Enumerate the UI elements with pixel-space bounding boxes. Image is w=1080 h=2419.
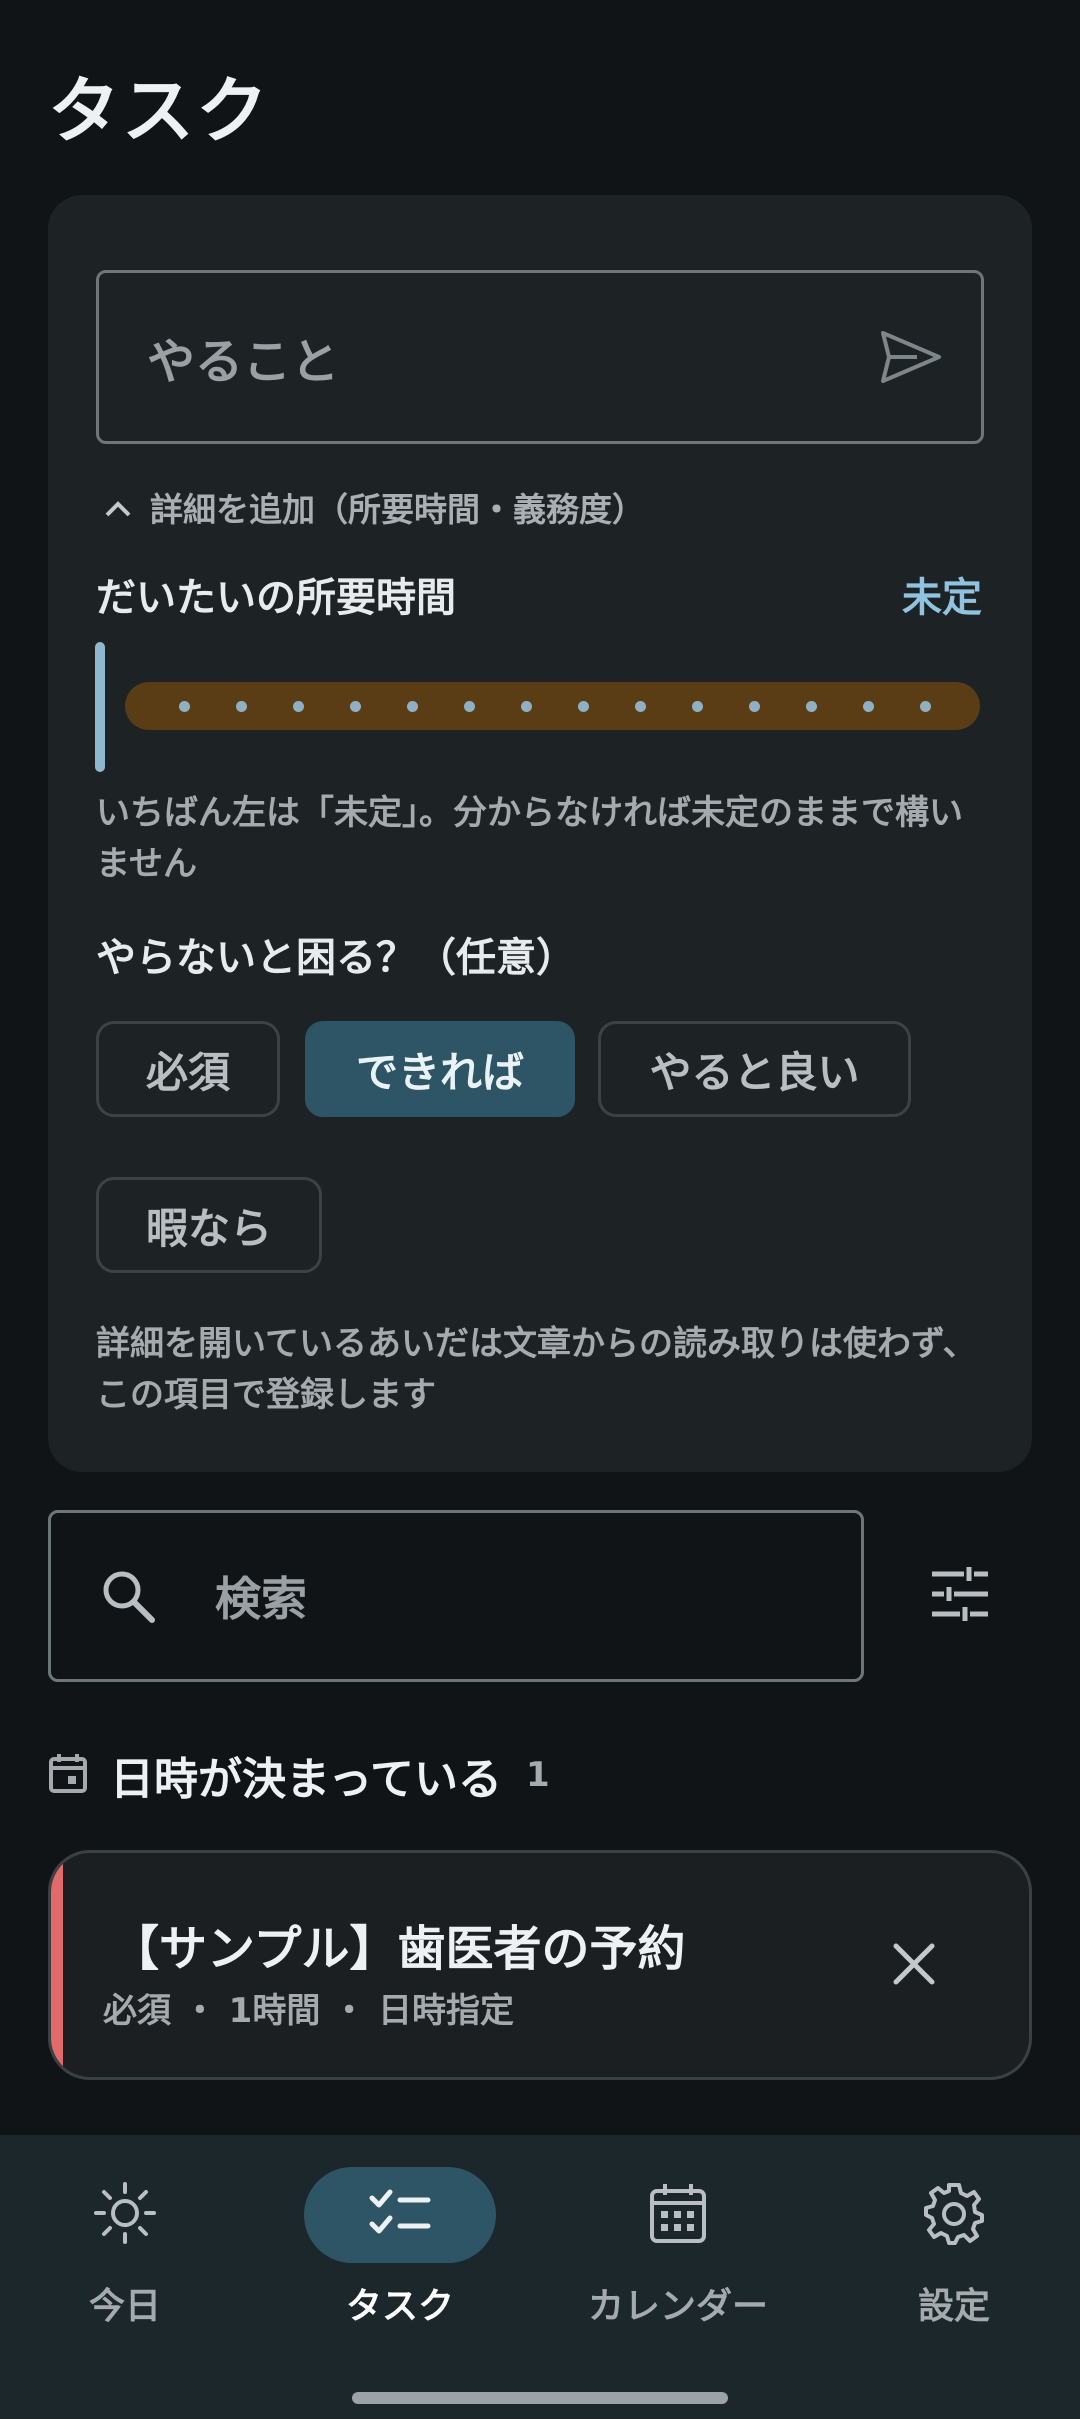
add-task-card: やること 詳細を追加（所要時間・義務度） だいたいの所要時間 未定 いちばん左は…	[48, 195, 1032, 1472]
search-placeholder: 検索	[215, 1572, 307, 1626]
chip-required[interactable]: 必須	[96, 1021, 280, 1117]
page-title: タスク	[48, 69, 271, 153]
gesture-bar[interactable]	[352, 2392, 728, 2404]
slider-tick	[635, 701, 646, 712]
group-count: 1	[526, 1755, 550, 1795]
slider-tick	[863, 701, 874, 712]
todo-placeholder: やること	[147, 334, 340, 390]
gear-icon	[922, 2181, 986, 2249]
search-icon	[51, 1566, 191, 1626]
nav-item-tasks[interactable]: タスク	[270, 2167, 530, 2367]
filter-button[interactable]	[910, 1546, 1010, 1646]
close-icon	[892, 1942, 936, 1990]
chip-good-to-do[interactable]: やると良い	[598, 1021, 911, 1117]
task-title: 【サンプル】歯医者の予約	[111, 1921, 686, 1977]
duration-slider-thumb[interactable]	[95, 642, 105, 772]
slider-tick	[578, 701, 589, 712]
slider-tick	[806, 701, 817, 712]
delete-task-button[interactable]	[869, 1921, 959, 2011]
group-header-scheduled: 日時が決まっている 1	[48, 1740, 550, 1810]
search-input[interactable]: 検索	[48, 1510, 864, 1682]
nav-label-calendar: カレンダー	[587, 2286, 768, 2327]
bottom-navigation: 今日 タスク カレンダー 設定	[0, 2135, 1080, 2419]
chip-if-free[interactable]: 暇なら	[96, 1177, 322, 1273]
details-toggle-label: 詳細を追加（所要時間・義務度）	[150, 490, 645, 529]
slider-tick	[692, 701, 703, 712]
nav-item-today[interactable]: 今日	[0, 2167, 255, 2367]
obligation-label: やらないと困る？（任意）	[96, 935, 576, 981]
slider-tick	[179, 701, 190, 712]
calendar-icon	[648, 2181, 708, 2249]
nav-label-tasks: タスク	[345, 2286, 454, 2327]
details-toggle[interactable]: 詳細を追加（所要時間・義務度）	[104, 477, 645, 537]
send-icon[interactable]	[841, 273, 981, 441]
slider-tick	[521, 701, 532, 712]
sun-icon	[93, 2181, 157, 2249]
duration-label: だいたいの所要時間	[96, 575, 456, 621]
duration-slider[interactable]	[125, 682, 980, 730]
slider-tick	[293, 701, 304, 712]
task-meta: 必須 ・ 1時間 ・ 日時指定	[103, 1991, 515, 2031]
group-title: 日時が決まっている	[110, 1754, 503, 1805]
chip-if-possible[interactable]: できれば	[305, 1021, 575, 1117]
duration-value: 未定	[902, 575, 982, 621]
tune-icon	[930, 1566, 990, 1626]
task-card[interactable]: 【サンプル】歯医者の予約 必須 ・ 1時間 ・ 日時指定	[48, 1850, 1032, 2080]
checklist-icon	[368, 2186, 432, 2244]
duration-hint: いちばん左は「未定」。分からなければ未定のままで構いません	[96, 793, 963, 884]
slider-tick	[749, 701, 760, 712]
slider-tick	[407, 701, 418, 712]
nav-item-calendar[interactable]: カレンダー	[548, 2167, 808, 2367]
todo-input[interactable]: やること	[96, 270, 984, 444]
slider-tick	[464, 701, 475, 712]
slider-tick	[236, 701, 247, 712]
calendar-small-icon	[48, 1752, 88, 1798]
slider-tick	[350, 701, 361, 712]
slider-tick	[920, 701, 931, 712]
chevron-up-icon	[104, 488, 132, 527]
nav-label-settings: 設定	[917, 2286, 990, 2327]
nav-label-today: 今日	[88, 2286, 161, 2327]
nav-item-settings[interactable]: 設定	[824, 2167, 1080, 2367]
task-priority-accent	[51, 1853, 63, 2077]
details-note: 詳細を開いているあいだは文章からの読み取りは使わず、この項目で登録します	[96, 1324, 977, 1415]
